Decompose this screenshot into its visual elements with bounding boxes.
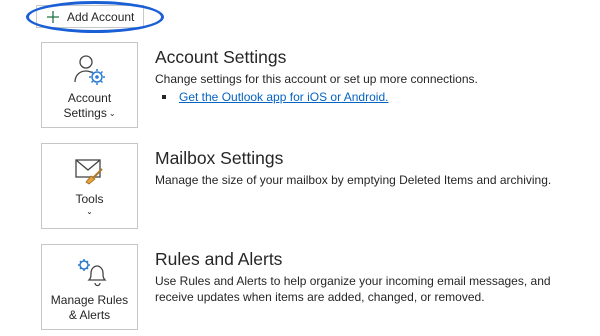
manage-rules-alerts-button[interactable]: Manage Rules & Alerts	[41, 244, 138, 330]
mailbox-settings-desc: Manage the size of your mailbox by empty…	[155, 173, 552, 187]
add-account-button[interactable]: Add Account	[36, 5, 144, 28]
account-settings-button[interactable]: Account Settings ⌄	[41, 42, 138, 128]
account-settings-title: Account Settings	[155, 47, 287, 67]
rules-alerts-desc: Use Rules and Alerts to help organize yo…	[155, 274, 551, 304]
plus-icon	[42, 6, 64, 28]
chevron-down-icon: ⌄	[108, 109, 116, 119]
account-settings-label-line1: Account	[67, 91, 112, 105]
tools-button[interactable]: Tools ⌄	[41, 143, 138, 229]
manage-rules-label-line1: Manage Rules	[50, 293, 129, 307]
mailbox-settings-section: Mailbox Settings Manage the size of your…	[155, 147, 585, 188]
person-gear-icon	[72, 52, 108, 88]
add-account-label: Add Account	[67, 9, 135, 24]
manage-rules-label-line2: & Alerts	[68, 308, 111, 322]
account-settings-desc: Change settings for this account or set …	[155, 72, 478, 86]
mailbox-settings-title: Mailbox Settings	[155, 148, 284, 168]
tools-label: Tools	[75, 192, 104, 206]
bell-gear-icon	[72, 254, 108, 290]
chevron-down-icon: ⌄	[86, 207, 93, 216]
rules-alerts-title: Rules and Alerts	[155, 249, 283, 269]
mail-broom-icon	[72, 153, 108, 189]
outlook-app-link[interactable]: Get the Outlook app for iOS or Android.	[179, 90, 388, 104]
account-settings-label-line2: Settings	[63, 106, 107, 120]
account-settings-section: Account Settings Change settings for thi…	[155, 46, 585, 104]
bullet-marker	[162, 95, 166, 99]
rules-alerts-section: Rules and Alerts Use Rules and Alerts to…	[155, 248, 585, 305]
